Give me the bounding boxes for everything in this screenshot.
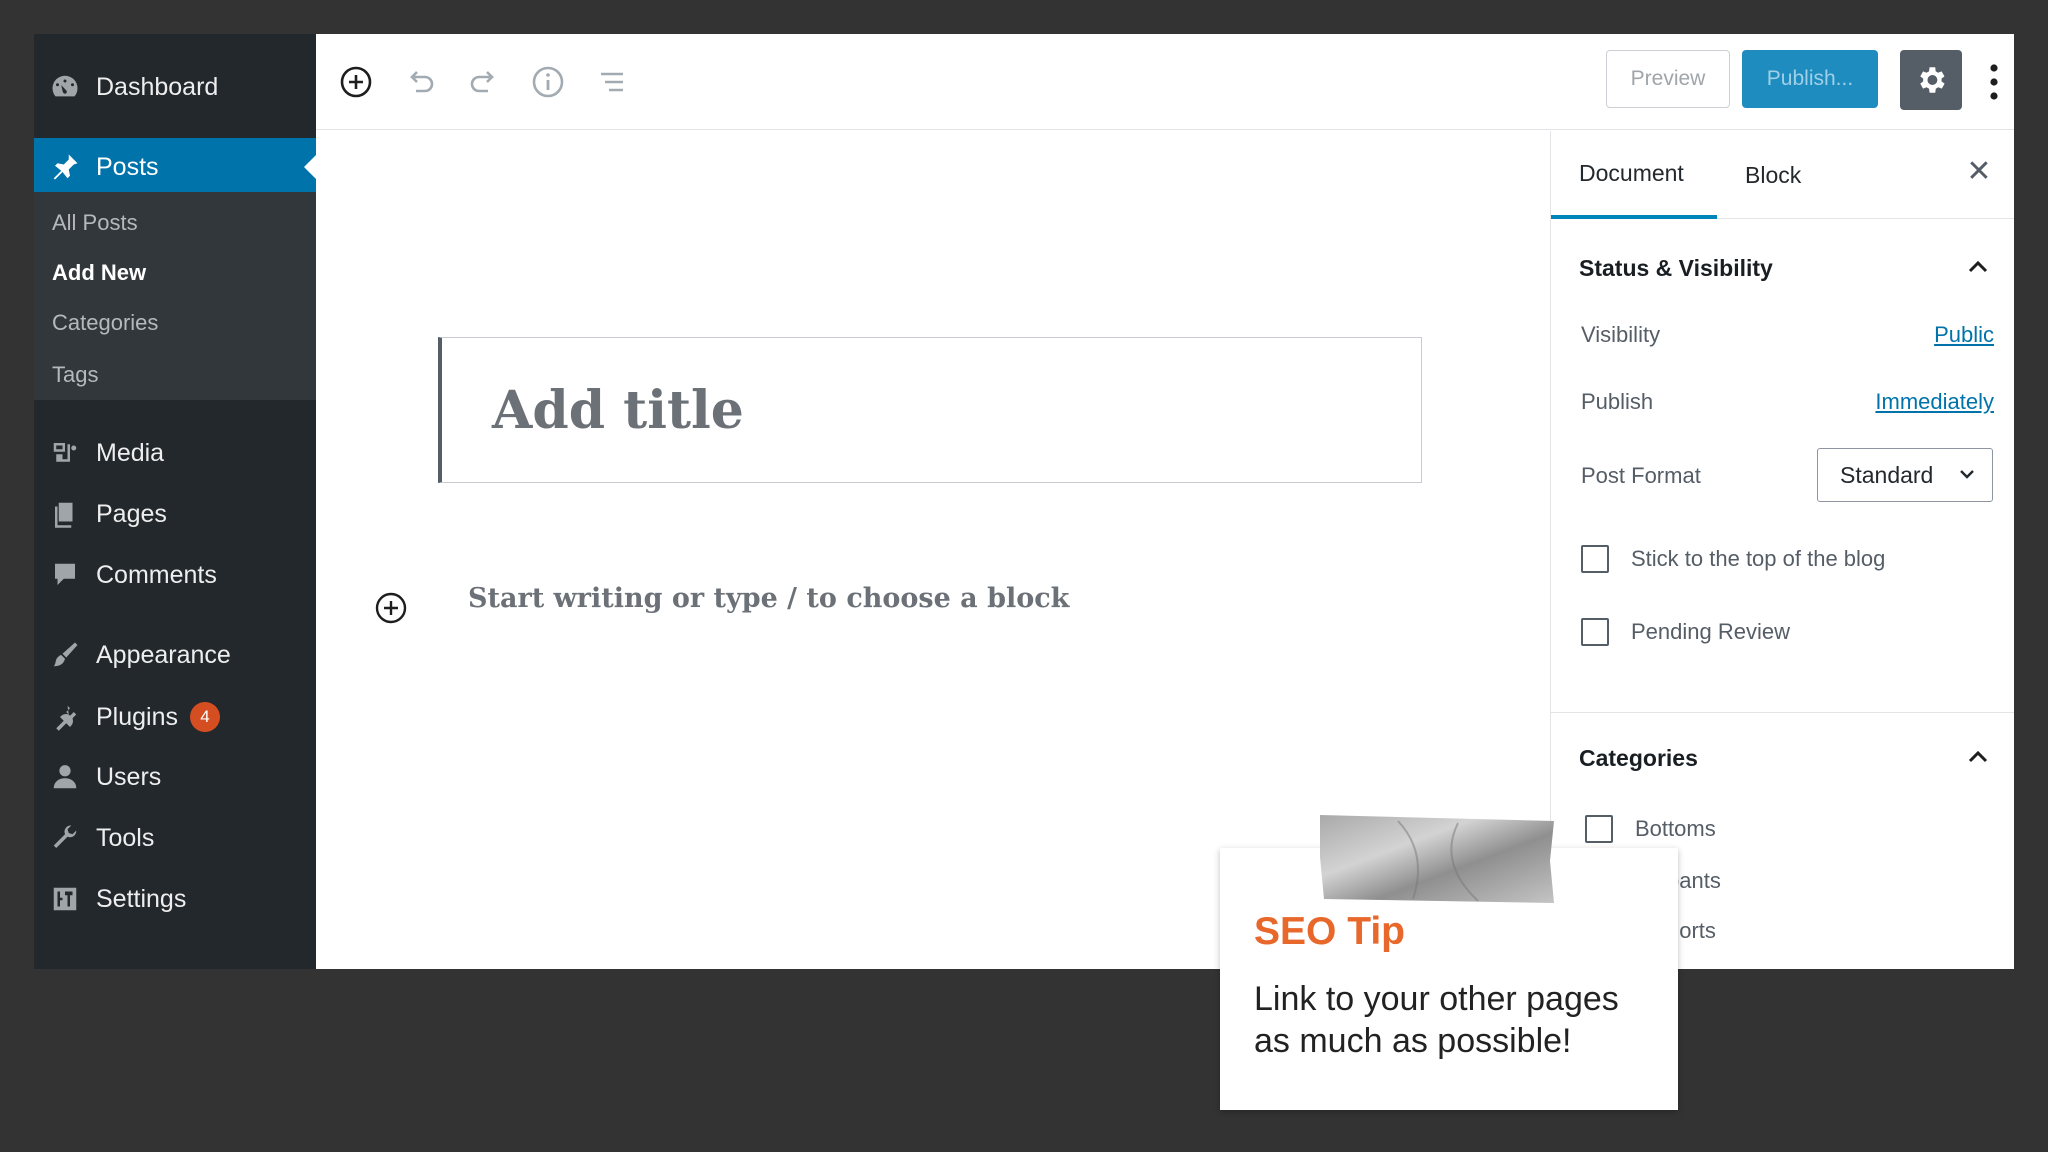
submenu-categories[interactable]: Categories — [52, 310, 158, 336]
settings-icon — [48, 882, 82, 916]
sidebar-item-label: Users — [96, 762, 162, 791]
tab-block[interactable]: Block — [1745, 131, 1801, 219]
sidebar-item-plugins[interactable]: Plugins 4 — [34, 688, 316, 746]
tools-icon — [48, 821, 82, 855]
sidebar-item-tools[interactable]: Tools — [34, 809, 316, 867]
users-icon — [48, 760, 82, 794]
status-visibility-panel-toggle[interactable]: Status & Visibility — [1551, 238, 2014, 298]
dashboard-icon — [48, 70, 82, 104]
plugins-update-badge: 4 — [190, 702, 220, 732]
preview-button[interactable]: Preview — [1606, 50, 1730, 108]
plugins-icon — [48, 700, 82, 734]
sidebar-item-label: Settings — [96, 884, 187, 913]
appearance-icon — [48, 638, 82, 672]
submenu-tags[interactable]: Tags — [52, 362, 98, 388]
admin-sidebar: Dashboard Posts All Posts Add New Catego… — [34, 34, 316, 969]
more-options-button[interactable] — [1982, 58, 2006, 106]
block-placeholder[interactable]: Start writing or type / to choose a bloc… — [468, 583, 1069, 614]
sidebar-item-label: Media — [96, 438, 165, 467]
sidebar-item-settings[interactable]: Settings — [34, 870, 316, 928]
inline-add-block-button[interactable] — [374, 591, 408, 625]
title-placeholder: Add title — [492, 379, 744, 441]
wp-editor-window: Dashboard Posts All Posts Add New Catego… — [34, 34, 2014, 969]
sidebar-item-media[interactable]: Media — [34, 424, 316, 482]
pending-review-checkbox[interactable] — [1581, 618, 1609, 646]
sidebar-item-label: Comments — [96, 560, 217, 589]
publish-label: Publish — [1581, 389, 1654, 414]
post-format-select[interactable]: Standard — [1817, 448, 1993, 502]
visibility-link[interactable]: Public — [1934, 322, 1994, 348]
close-icon[interactable]: ✕ — [1961, 153, 1997, 189]
more-vertical-icon — [1990, 64, 1998, 100]
settings-sidebar: Document Block ✕ Status & Visibility Vis… — [1550, 131, 2014, 969]
undo-icon[interactable] — [400, 62, 440, 102]
post-format-value: Standard — [1840, 461, 1934, 488]
tab-document[interactable]: Document — [1551, 131, 1717, 219]
pending-review-label: Pending Review — [1631, 619, 1790, 644]
sidebar-item-pages[interactable]: Pages — [34, 485, 316, 543]
pages-icon — [48, 497, 82, 531]
sidebar-item-posts[interactable]: Posts — [34, 138, 316, 196]
panel-heading: Categories — [1579, 744, 1698, 771]
info-icon[interactable] — [528, 62, 568, 102]
sidebar-item-comments[interactable]: Comments — [34, 546, 316, 604]
sticky-checkbox[interactable] — [1581, 545, 1609, 573]
sidebar-item-label: Plugins — [96, 702, 178, 731]
add-block-icon[interactable] — [336, 62, 376, 102]
sidebar-item-label: Tools — [96, 823, 155, 852]
panel-divider — [1551, 712, 2014, 713]
category-label: Bottoms — [1635, 816, 1716, 841]
categories-panel-toggle[interactable]: Categories — [1551, 728, 2014, 788]
sidebar-item-dashboard[interactable]: Dashboard — [34, 58, 316, 116]
media-icon — [48, 436, 82, 470]
sidebar-item-label: Dashboard — [96, 72, 219, 101]
settings-tabs: Document Block ✕ — [1551, 131, 2014, 219]
chevron-down-icon — [1960, 470, 1974, 479]
tip-title: SEO Tip — [1254, 910, 1405, 953]
chevron-up-icon — [1968, 260, 1988, 273]
post-format-label: Post Format — [1581, 463, 1701, 488]
gear-icon — [1920, 67, 1945, 93]
sidebar-item-appearance[interactable]: Appearance — [34, 626, 316, 684]
tip-body: Link to your other pages as much as poss… — [1254, 980, 1619, 1060]
settings-toggle-button[interactable] — [1900, 50, 1962, 110]
sidebar-item-users[interactable]: Users — [34, 748, 316, 806]
add-block-icon — [375, 592, 407, 624]
redo-icon[interactable] — [464, 62, 504, 102]
sidebar-item-label: Appearance — [96, 640, 231, 669]
sidebar-item-label: Posts — [96, 152, 159, 181]
chevron-up-icon — [1968, 750, 1988, 763]
sticky-label: Stick to the top of the blog — [1631, 546, 1886, 571]
visibility-label: Visibility — [1581, 322, 1661, 347]
editor-toolbar: Preview Publish... — [316, 34, 2014, 130]
category-checkbox[interactable] — [1585, 815, 1613, 843]
sidebar-item-label: Pages — [96, 499, 167, 528]
comments-icon — [48, 558, 82, 592]
pin-icon — [48, 150, 82, 184]
tape-decoration — [1320, 815, 1554, 903]
publish-date-link[interactable]: Immediately — [1875, 389, 1994, 415]
submenu-all-posts[interactable]: All Posts — [52, 210, 138, 236]
posts-submenu: All Posts Add New Categories Tags — [34, 192, 316, 400]
panel-heading: Status & Visibility — [1579, 254, 1773, 281]
submenu-add-new[interactable]: Add New — [52, 260, 146, 286]
outline-icon[interactable] — [592, 62, 632, 102]
post-title-input[interactable]: Add title — [438, 337, 1422, 483]
publish-button[interactable]: Publish... — [1742, 50, 1878, 108]
